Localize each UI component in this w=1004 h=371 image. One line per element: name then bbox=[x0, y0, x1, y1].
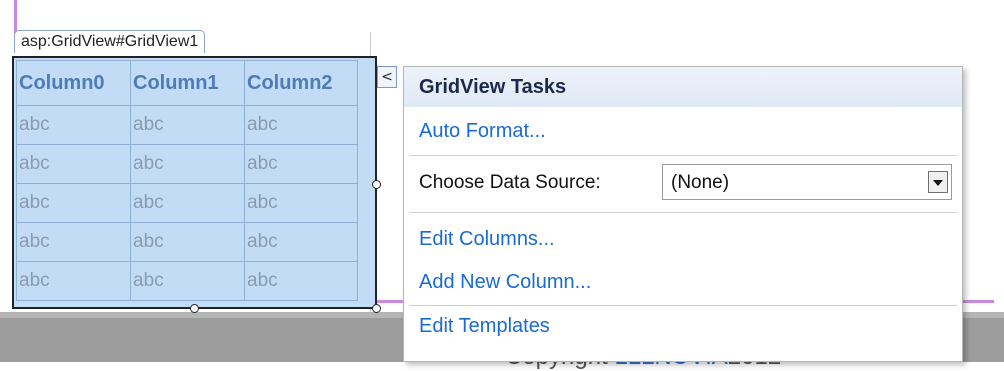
panel-title: GridView Tasks bbox=[404, 67, 962, 107]
grid-cell: abc bbox=[244, 222, 358, 262]
grid-cell: abc bbox=[244, 261, 358, 301]
grid-row: abc abc abc bbox=[16, 222, 358, 262]
divider bbox=[409, 305, 957, 306]
grid-cell: abc bbox=[130, 144, 245, 184]
grid-cell: abc bbox=[244, 183, 358, 223]
grid-header-cell: Column1 bbox=[130, 60, 245, 106]
grid-cell: abc bbox=[16, 144, 131, 184]
grid-header-cell: Column2 bbox=[244, 60, 358, 106]
grid-cell: abc bbox=[130, 222, 245, 262]
grid-row: abc abc abc bbox=[16, 105, 358, 145]
grid-cell: abc bbox=[16, 105, 131, 145]
grid-cell: abc bbox=[16, 222, 131, 262]
smart-tag-chevron-left-icon[interactable]: < bbox=[377, 66, 397, 88]
grid-cell: abc bbox=[130, 261, 245, 301]
edit-columns-link[interactable]: Edit Columns... bbox=[419, 228, 555, 251]
divider bbox=[409, 155, 957, 156]
grid-cell: abc bbox=[244, 144, 358, 184]
auto-format-link[interactable]: Auto Format... bbox=[419, 120, 546, 143]
gridview-table[interactable]: Column0 Column1 Column2 abc abc abc abc … bbox=[16, 60, 358, 301]
grid-cell: abc bbox=[244, 105, 358, 145]
grid-row: abc abc abc bbox=[16, 261, 358, 301]
chevron-down-icon[interactable] bbox=[928, 171, 948, 193]
grid-cell: abc bbox=[130, 105, 245, 145]
data-source-select[interactable]: (None) bbox=[662, 164, 952, 200]
gridview-tasks-panel: GridView Tasks Auto Format... Choose Dat… bbox=[403, 66, 963, 362]
divider bbox=[409, 212, 957, 213]
resize-handle-bottom[interactable] bbox=[190, 304, 199, 313]
grid-cell: abc bbox=[16, 261, 131, 301]
gridview-control[interactable]: Column0 Column1 Column2 abc abc abc abc … bbox=[12, 56, 377, 309]
control-tag-label[interactable]: asp:GridView#GridView1 bbox=[14, 30, 206, 53]
grid-header-row: Column0 Column1 Column2 bbox=[16, 60, 358, 106]
grid-row: abc abc abc bbox=[16, 144, 358, 184]
resize-handle-corner[interactable] bbox=[372, 304, 381, 313]
edit-templates-link[interactable]: Edit Templates bbox=[419, 315, 550, 338]
data-source-value: (None) bbox=[671, 172, 730, 193]
grid-cell: abc bbox=[130, 183, 245, 223]
add-new-column-link[interactable]: Add New Column... bbox=[419, 271, 591, 294]
resize-handle-right[interactable] bbox=[372, 180, 381, 189]
grid-row: abc abc abc bbox=[16, 183, 358, 223]
grid-cell: abc bbox=[16, 183, 131, 223]
choose-data-source-label: Choose Data Source: bbox=[419, 172, 601, 193]
grid-header-cell: Column0 bbox=[16, 60, 131, 106]
